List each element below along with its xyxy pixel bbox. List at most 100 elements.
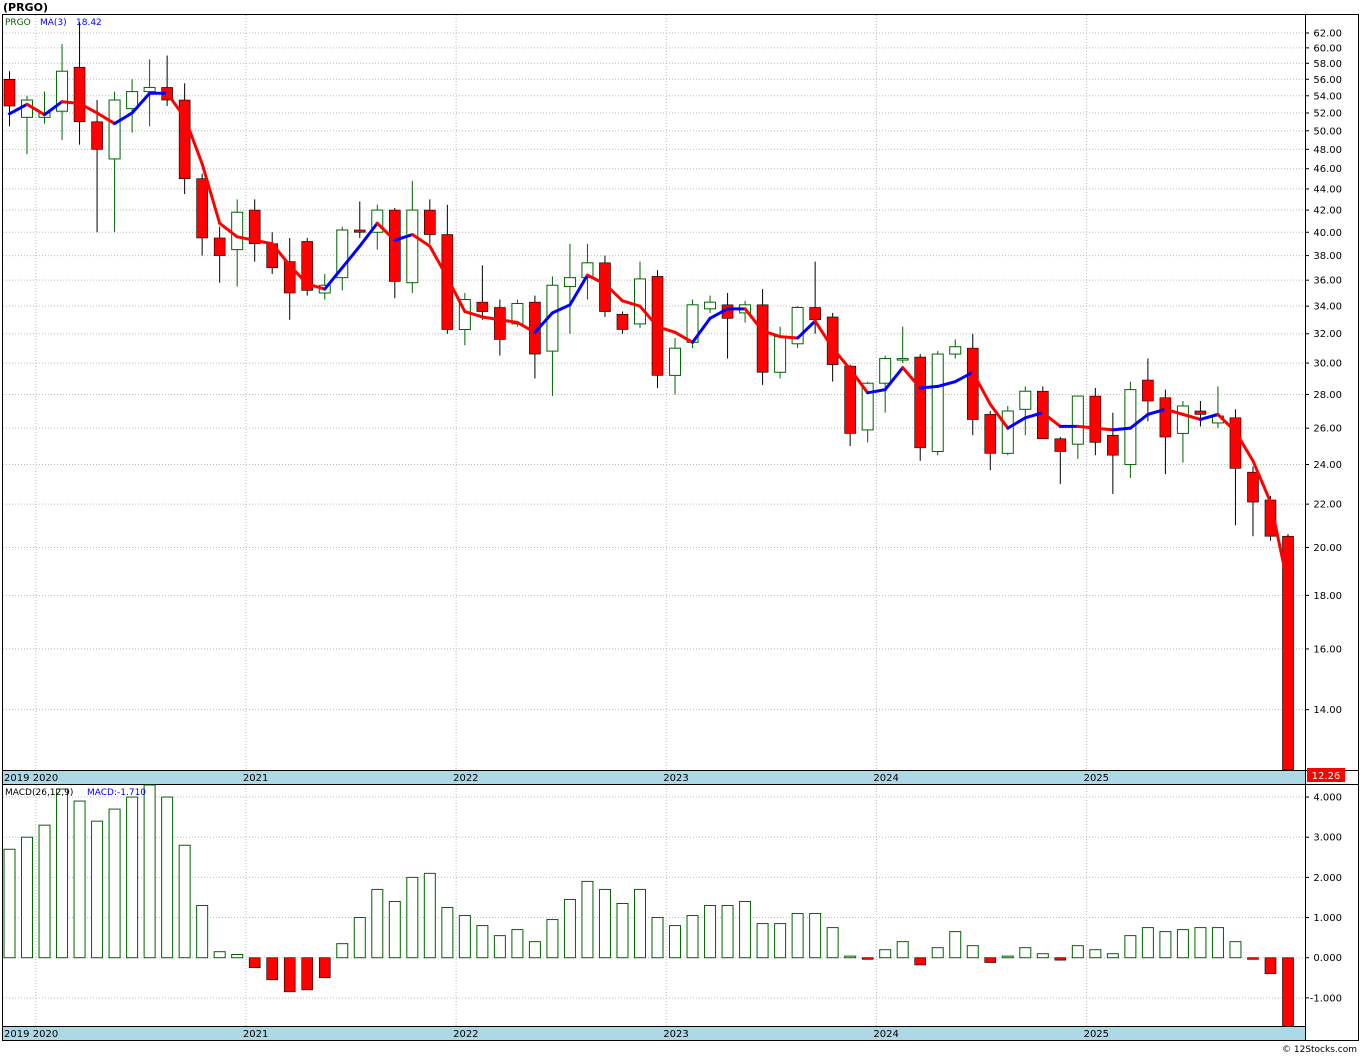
macd-bar bbox=[1264, 957, 1277, 975]
candle-body bbox=[774, 336, 787, 373]
ma-segment bbox=[918, 384, 940, 390]
candle-body bbox=[1107, 434, 1119, 456]
macd-bar bbox=[598, 888, 611, 959]
macd-bar bbox=[669, 925, 682, 959]
macd-x-axis-band bbox=[3, 1026, 1305, 1040]
candle-body bbox=[809, 307, 821, 321]
macd-bar bbox=[528, 941, 541, 959]
macd-bar bbox=[1247, 957, 1259, 960]
macd-bar bbox=[966, 945, 979, 959]
macd-bar bbox=[126, 796, 139, 959]
price-panel-frame bbox=[2, 14, 1359, 785]
candle-body bbox=[704, 301, 717, 310]
last-price-badge-text: 12.26 bbox=[1312, 771, 1341, 782]
candle-body bbox=[563, 277, 576, 288]
symbol-label: PRGO bbox=[5, 18, 31, 28]
prgo-chart: 62.00 60.00 58.00 56.00 54.00 52.00 50.00 48.00… bbox=[2, 1, 1359, 1055]
candle-body bbox=[494, 307, 506, 340]
macd-bar bbox=[161, 796, 174, 959]
candle-body bbox=[756, 304, 769, 373]
candle bbox=[178, 83, 191, 195]
ma-label: MA(3) bbox=[40, 18, 67, 28]
ma-segment bbox=[1111, 426, 1132, 432]
macd-bar bbox=[1282, 957, 1294, 1027]
candle-body bbox=[353, 229, 366, 233]
macd-bar bbox=[493, 935, 506, 959]
macd-y-tick-label: 4.000 bbox=[1313, 793, 1342, 804]
macd-y-tick-label: 2.000 bbox=[1313, 873, 1342, 884]
price-y-tick-label: 20.00 bbox=[1313, 543, 1342, 554]
macd-bar bbox=[1054, 957, 1067, 961]
macd-x-tick-label: 2025 bbox=[1084, 1029, 1109, 1040]
price-y-tick-label: 28.00 bbox=[1313, 390, 1342, 401]
macd-bar bbox=[949, 931, 962, 959]
price-y-tick-label: 60.00 bbox=[1313, 43, 1342, 54]
macd-bar bbox=[213, 951, 226, 959]
price-y-tick-label: 52.00 bbox=[1313, 108, 1342, 119]
macd-bar bbox=[879, 949, 892, 959]
macd-bar bbox=[756, 923, 769, 959]
macd-bar bbox=[931, 947, 944, 959]
candle-body bbox=[616, 313, 629, 330]
macd-bar bbox=[3, 848, 16, 959]
price-x-tick-label: 2019 bbox=[4, 773, 29, 784]
candle-body bbox=[931, 353, 944, 452]
macd-x-tick-label: 2019 bbox=[4, 1029, 29, 1040]
price-y-tick-label: 18.00 bbox=[1313, 591, 1342, 602]
candle-body bbox=[73, 66, 86, 123]
price-y-tick-label: 26.00 bbox=[1313, 424, 1342, 435]
macd-y-tick-label: 1.000 bbox=[1313, 913, 1342, 924]
macd-bar bbox=[406, 876, 419, 959]
price-x-tick-label: 2020 bbox=[33, 773, 58, 784]
price-y-tick-label: 48.00 bbox=[1313, 145, 1342, 156]
macd-bar bbox=[704, 905, 717, 959]
macd-bar bbox=[1124, 935, 1137, 959]
macd-bar bbox=[91, 820, 104, 959]
candle-body bbox=[949, 346, 962, 355]
macd-bar bbox=[581, 880, 594, 959]
candle-body bbox=[389, 209, 401, 282]
macd-bar bbox=[266, 957, 279, 981]
macd-bar bbox=[353, 917, 366, 959]
macd-bar bbox=[1194, 927, 1207, 959]
macd-bar bbox=[511, 929, 524, 959]
macd-bar bbox=[616, 902, 629, 959]
price-x-tick-label: 2023 bbox=[663, 773, 688, 784]
macd-bar bbox=[651, 917, 664, 959]
candle-body bbox=[1194, 410, 1207, 415]
price-y-tick-label: 46.00 bbox=[1313, 164, 1342, 175]
price-x-axis-band bbox=[3, 770, 1305, 784]
macd-bar bbox=[984, 957, 997, 963]
macd-bar bbox=[231, 954, 244, 959]
candle-body bbox=[1089, 395, 1102, 443]
candle-body bbox=[476, 301, 489, 312]
macd-bar bbox=[844, 955, 857, 959]
macd-bar bbox=[791, 913, 804, 959]
macd-bar bbox=[721, 905, 734, 959]
price-y-tick-label: 44.00 bbox=[1313, 184, 1342, 195]
macd-bar bbox=[1211, 927, 1224, 959]
macd-bar bbox=[301, 957, 314, 991]
candle-body bbox=[143, 86, 156, 93]
candle-body bbox=[1247, 471, 1259, 503]
macd-x-tick-label: 2021 bbox=[243, 1029, 268, 1040]
macd-bar bbox=[38, 824, 51, 959]
candle-body bbox=[3, 78, 16, 107]
macd-bar bbox=[108, 808, 121, 959]
macd-x-tick-label: 2020 bbox=[33, 1029, 58, 1040]
candle-body bbox=[914, 356, 927, 449]
macd-bar bbox=[458, 915, 471, 959]
price-y-tick-label: 30.00 bbox=[1313, 359, 1342, 370]
macd-bar bbox=[1159, 931, 1172, 959]
candle-body bbox=[1159, 397, 1172, 438]
price-x-tick-label: 2021 bbox=[243, 773, 268, 784]
macd-bar bbox=[739, 900, 752, 959]
macd-bar bbox=[423, 872, 436, 959]
candle-body bbox=[213, 237, 226, 256]
macd-bar bbox=[336, 943, 349, 959]
price-y-tick-label: 58.00 bbox=[1313, 59, 1342, 70]
candle-body bbox=[196, 178, 208, 239]
candle-body bbox=[1071, 395, 1084, 445]
price-y-tick-label: 32.00 bbox=[1313, 329, 1342, 340]
price-x-tick-label: 2024 bbox=[873, 773, 898, 784]
